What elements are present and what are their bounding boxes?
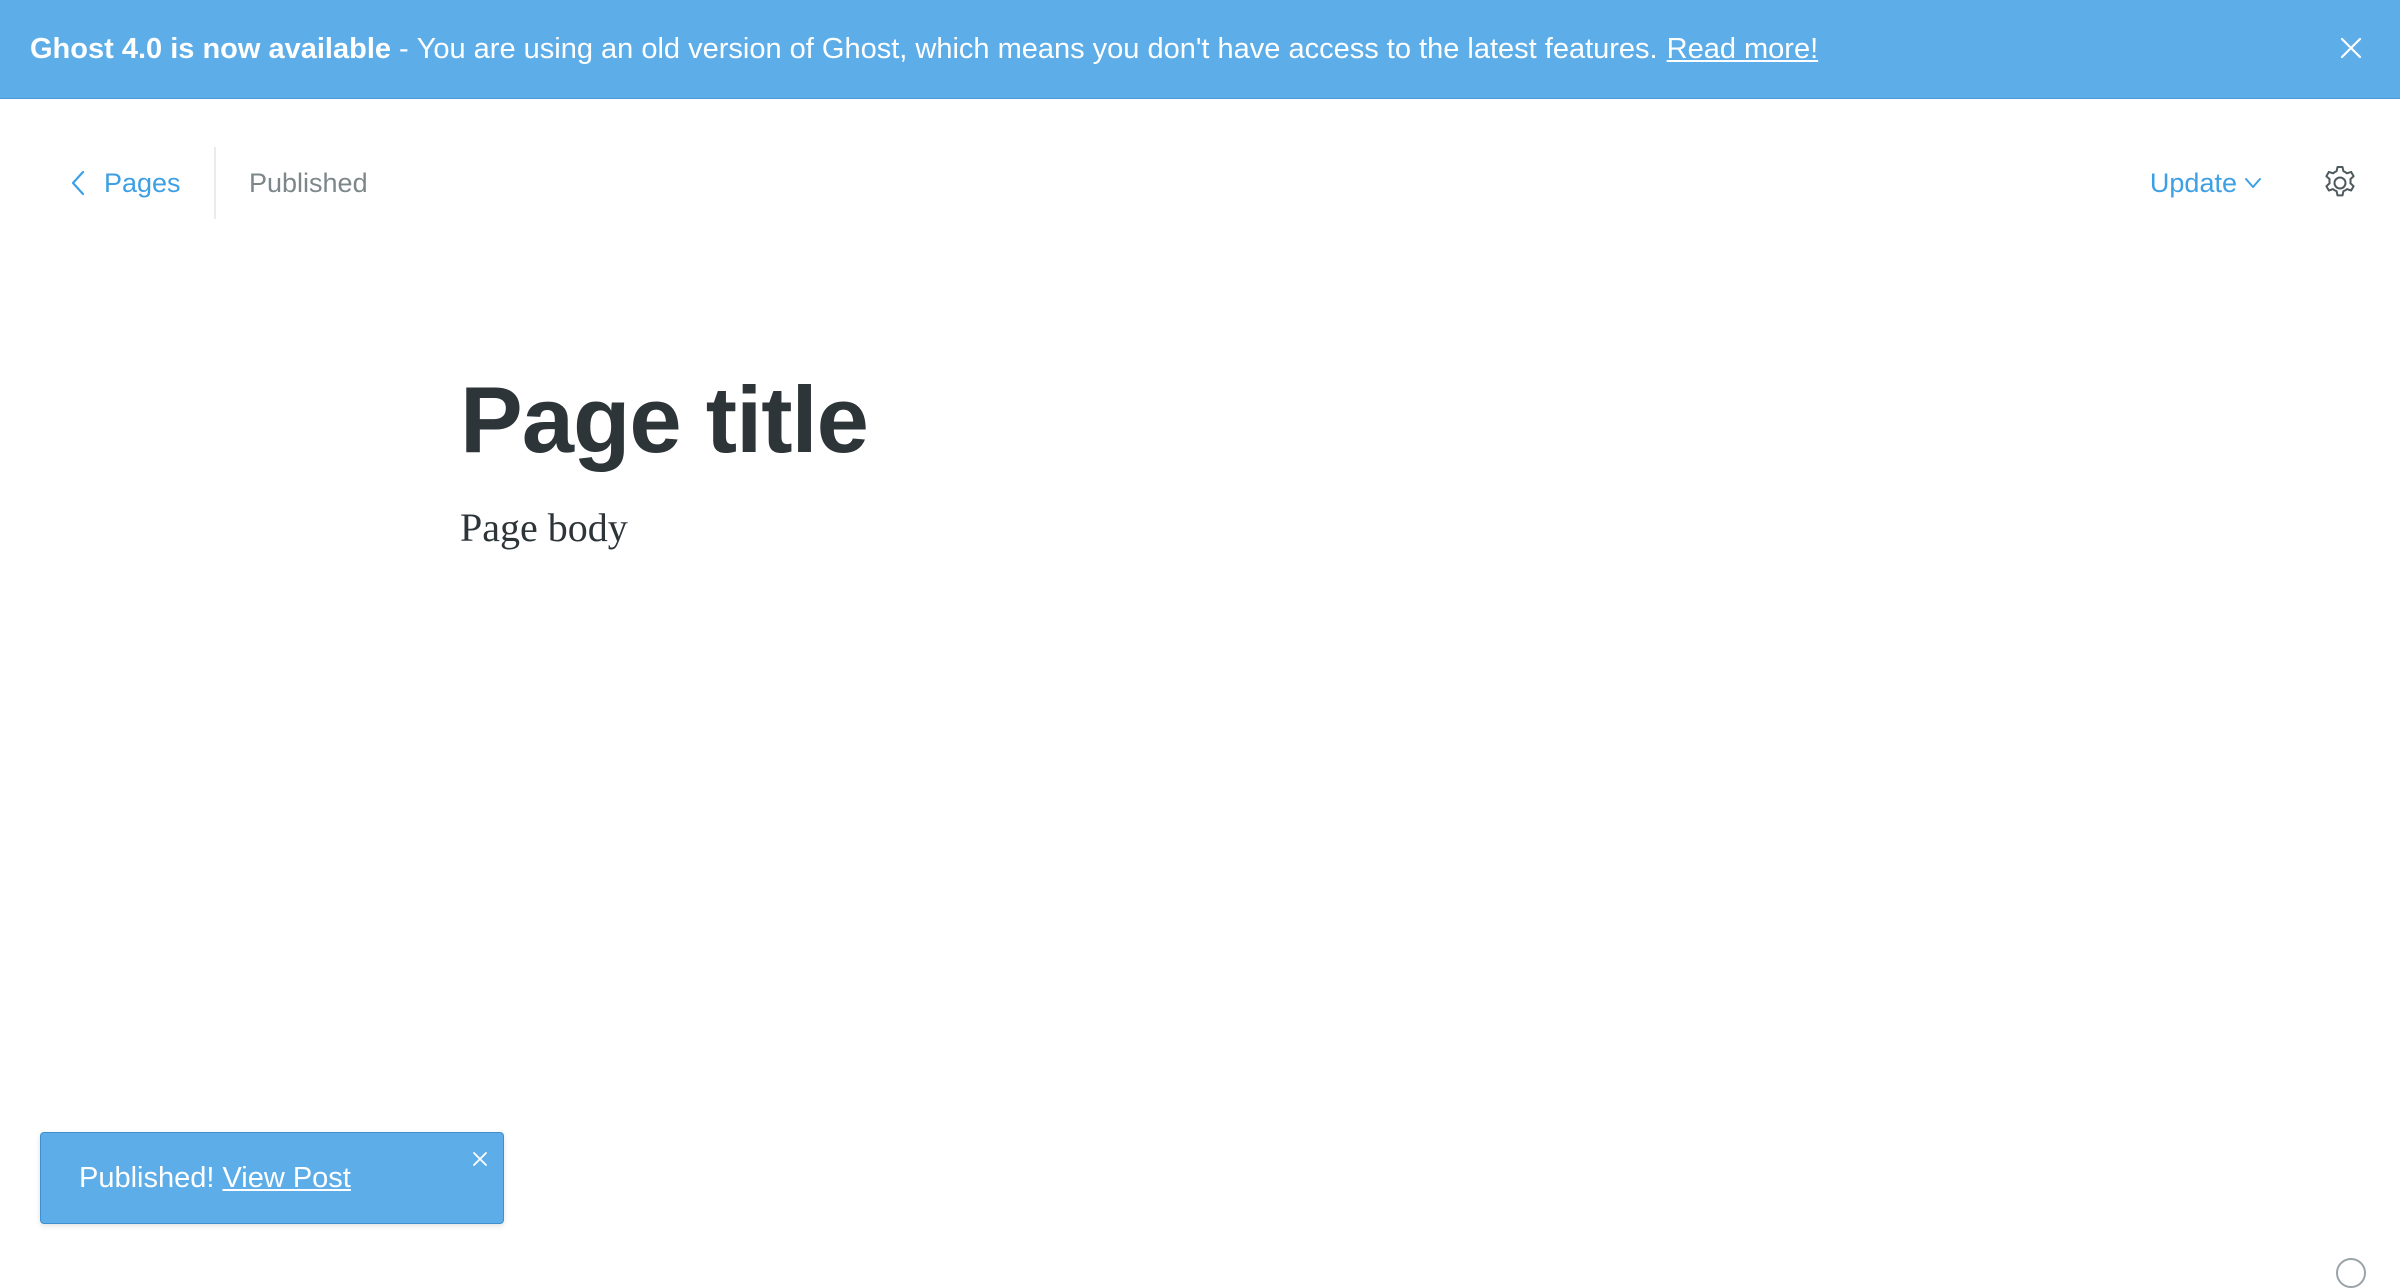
- chevron-down-icon: [2245, 178, 2261, 188]
- toast-message: Published!: [79, 1161, 215, 1194]
- back-to-pages-link[interactable]: Pages: [70, 163, 181, 203]
- help-icon[interactable]: [2336, 1258, 2366, 1288]
- back-link-label: Pages: [104, 167, 181, 198]
- toast-close-icon[interactable]: [469, 1145, 491, 1167]
- upgrade-banner: Ghost 4.0 is now available - You are usi…: [0, 0, 2400, 99]
- chevron-left-icon: [71, 170, 85, 196]
- header-divider: [214, 147, 216, 219]
- banner-headline: Ghost 4.0 is now available: [30, 32, 392, 65]
- update-button[interactable]: Update: [2150, 163, 2262, 203]
- page-title-input[interactable]: Page title: [460, 360, 1940, 480]
- banner-separator: -: [399, 32, 409, 65]
- page-body-editor[interactable]: Page body: [460, 500, 1940, 556]
- update-button-label: Update: [2149, 167, 2237, 198]
- banner-message: You are using an old version of Ghost, w…: [416, 32, 1658, 65]
- editor-area: Page title Page body: [460, 360, 1940, 556]
- banner-read-more-link[interactable]: Read more!: [1667, 33, 1819, 66]
- published-notification: Published! View Post: [40, 1132, 504, 1224]
- banner-close-icon[interactable]: [2336, 33, 2366, 63]
- editor-header: Pages Published Update: [0, 99, 2400, 269]
- publish-status: Published: [249, 167, 368, 198]
- view-post-link[interactable]: View Post: [222, 1162, 350, 1195]
- settings-gear-icon[interactable]: [2320, 163, 2360, 203]
